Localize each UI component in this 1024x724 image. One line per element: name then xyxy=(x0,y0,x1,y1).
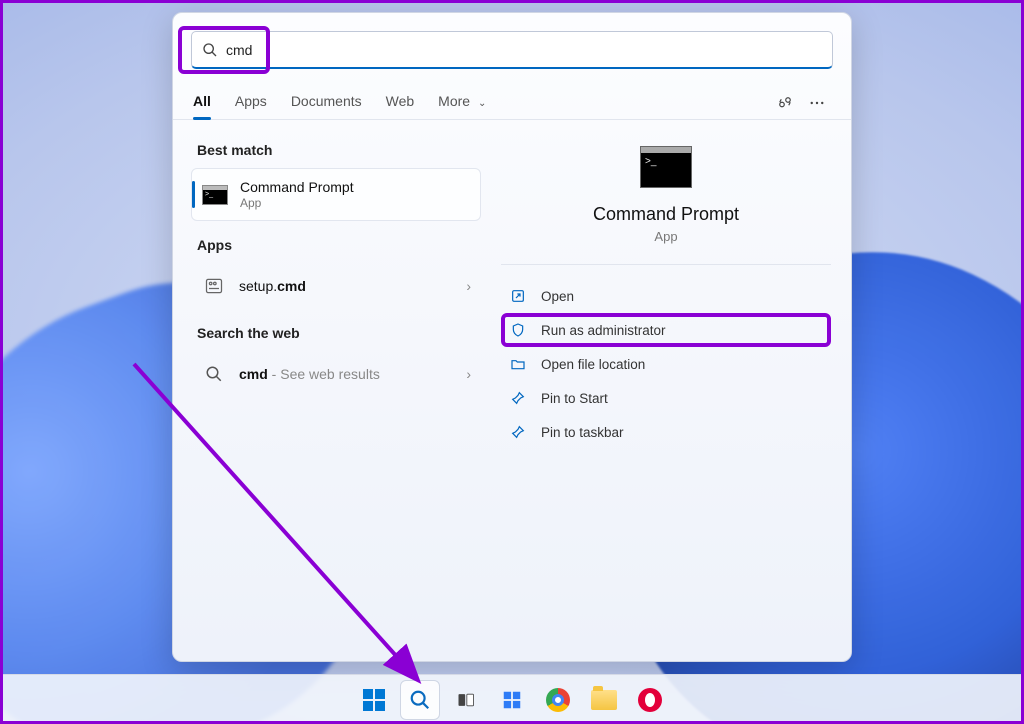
more-options-icon[interactable] xyxy=(803,89,831,117)
action-label: Pin to taskbar xyxy=(541,425,624,440)
section-best-match: Best match xyxy=(191,138,481,168)
folder-icon xyxy=(509,355,527,373)
task-view-button[interactable] xyxy=(446,680,486,720)
action-label: Pin to Start xyxy=(541,391,608,406)
action-label: Run as administrator xyxy=(541,323,666,338)
tab-documents[interactable]: Documents xyxy=(291,87,362,119)
chevron-down-icon: ⌄ xyxy=(478,98,486,109)
tab-more-label: More xyxy=(438,93,470,109)
detail-column: Command Prompt App Open Run as administr xyxy=(481,120,851,661)
cmd-prompt-icon xyxy=(640,146,692,188)
action-run-as-administrator[interactable]: Run as administrator xyxy=(501,313,831,347)
tab-web[interactable]: Web xyxy=(386,87,415,119)
results-column: Best match Command Prompt App Apps xyxy=(173,120,481,661)
filter-tabs: All Apps Documents Web More ⌄ xyxy=(173,77,851,120)
task-view-icon xyxy=(456,690,476,710)
tab-apps[interactable]: Apps xyxy=(235,87,267,119)
section-apps: Apps xyxy=(191,233,481,263)
result-web-cmd[interactable]: cmd - See web results › xyxy=(191,351,481,397)
chrome-icon xyxy=(546,688,570,712)
result-command-prompt[interactable]: Command Prompt App xyxy=(191,168,481,221)
taskbar-widgets-button[interactable] xyxy=(492,680,532,720)
folder-icon xyxy=(591,690,617,710)
taskbar-chrome[interactable] xyxy=(538,680,578,720)
result-title: cmd - See web results xyxy=(239,366,466,382)
action-label: Open file location xyxy=(541,357,645,372)
script-file-icon xyxy=(201,273,227,299)
chevron-right-icon: › xyxy=(466,278,471,294)
detail-title: Command Prompt xyxy=(593,204,739,225)
action-open-file-location[interactable]: Open file location xyxy=(501,347,831,381)
action-open[interactable]: Open xyxy=(501,279,831,313)
search-icon xyxy=(202,42,218,58)
detail-subtitle: App xyxy=(654,229,677,244)
shield-icon xyxy=(509,321,527,339)
chevron-right-icon: › xyxy=(466,366,471,382)
taskbar xyxy=(0,674,1024,724)
pin-icon xyxy=(509,389,527,407)
result-setup-cmd[interactable]: setup.cmd › xyxy=(191,263,481,309)
widgets-icon xyxy=(501,689,523,711)
cmd-prompt-icon xyxy=(202,182,228,208)
action-pin-to-taskbar[interactable]: Pin to taskbar xyxy=(501,415,831,449)
tab-more[interactable]: More ⌄ xyxy=(438,87,486,119)
taskbar-search-button[interactable] xyxy=(400,680,440,720)
action-pin-to-start[interactable]: Pin to Start xyxy=(501,381,831,415)
tab-all[interactable]: All xyxy=(193,87,211,119)
start-button[interactable] xyxy=(354,680,394,720)
pin-icon xyxy=(509,423,527,441)
open-icon xyxy=(509,287,527,305)
result-subtitle: App xyxy=(240,196,470,210)
search-input[interactable] xyxy=(226,42,822,58)
taskbar-opera[interactable] xyxy=(630,680,670,720)
opera-icon xyxy=(638,688,662,712)
search-bar[interactable] xyxy=(191,31,833,69)
taskbar-file-explorer[interactable] xyxy=(584,680,624,720)
search-icon xyxy=(201,361,227,387)
search-icon xyxy=(409,689,431,711)
account-sync-icon[interactable] xyxy=(771,89,799,117)
action-label: Open xyxy=(541,289,574,304)
result-title: setup.cmd xyxy=(239,278,466,294)
windows-logo-icon xyxy=(363,689,385,711)
section-search-web: Search the web xyxy=(191,321,481,351)
start-search-panel: All Apps Documents Web More ⌄ Best match xyxy=(172,12,852,662)
result-title: Command Prompt xyxy=(240,179,470,195)
